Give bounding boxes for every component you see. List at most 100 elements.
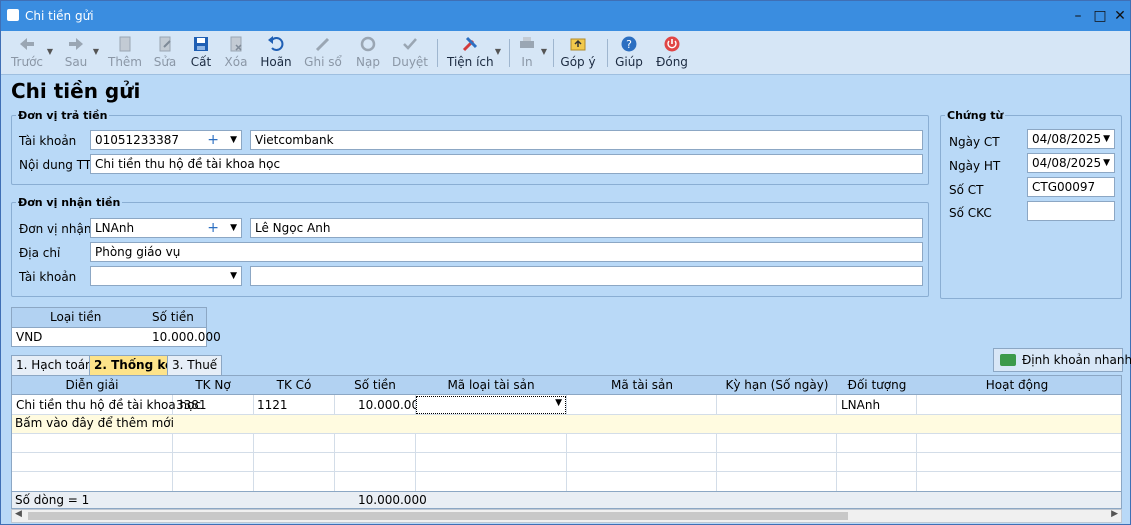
toolbar-feedback-button[interactable]: Góp ý — [559, 33, 597, 73]
toolbar-prev-button[interactable]: Trước ▼ — [9, 33, 53, 73]
page-title: Chi tiền gửi — [11, 79, 141, 103]
receiver-address-label: Địa chỉ — [19, 246, 61, 260]
chevron-down-icon[interactable]: ▼ — [230, 219, 237, 237]
currency-row[interactable]: VND 10.000.000 — [12, 328, 221, 346]
toolbar-approve-button[interactable]: Duyệt — [391, 33, 429, 73]
add-document-icon — [119, 36, 131, 52]
close-icon[interactable]: ✕ — [1109, 6, 1131, 26]
chevron-down-icon[interactable]: ▼ — [1103, 130, 1110, 148]
window-title: Chi tiền gửi — [25, 9, 94, 23]
row-credit-cell[interactable]: 1121 — [257, 398, 288, 412]
receiver-account-combo[interactable]: ▼ — [90, 266, 242, 286]
detail-grid: Diễn giải TK Nợ TK Có Số tiền Mã loại tà… — [11, 375, 1122, 509]
toolbar-edit-button[interactable]: Sửa — [149, 33, 181, 73]
toolbar-help-button[interactable]: ? Giúp — [613, 33, 645, 73]
col-asset[interactable]: Mã tài sản — [567, 378, 717, 392]
toolbar-utilities-button[interactable]: Tiện ích ▼ — [447, 33, 501, 73]
undo-icon — [268, 36, 284, 51]
voucher-ckc-field[interactable] — [1027, 201, 1115, 221]
receiver-account-name-field[interactable] — [250, 266, 923, 286]
payer-content-field[interactable]: Chi tiền thu hộ đề tài khoa học — [90, 154, 923, 174]
arrow-right-icon — [69, 38, 83, 50]
grid-header: Diễn giải TK Nợ TK Có Số tiền Mã loại tà… — [12, 376, 1121, 395]
row-debit-cell[interactable]: 3381 — [176, 398, 207, 412]
currency-amount-cell: 10.000.000 — [152, 330, 221, 344]
chevron-down-icon[interactable]: ▼ — [230, 131, 237, 149]
minimize-icon[interactable]: – — [1067, 6, 1089, 26]
scroll-right-icon[interactable]: ▶ — [1111, 509, 1118, 519]
currency-amount-header: Số tiền — [152, 310, 194, 324]
receiver-address-field[interactable]: Phòng giáo vụ — [90, 242, 923, 262]
col-amount[interactable]: Số tiền — [335, 378, 415, 392]
svg-text:?: ? — [626, 38, 632, 51]
edit-document-icon — [159, 36, 171, 52]
payer-bank-name-field[interactable]: Vietcombank — [250, 130, 923, 150]
row-object-cell[interactable]: LNAnh — [841, 398, 880, 412]
chevron-down-icon[interactable]: ▼ — [1103, 154, 1110, 172]
payer-account-label: Tài khoản — [19, 134, 77, 148]
feedback-icon — [570, 38, 586, 51]
toolbar-reload-button[interactable]: Nạp — [353, 33, 383, 73]
receiver-unit-name-field[interactable]: Lê Ngọc Anh — [250, 218, 923, 238]
quick-entry-icon — [1000, 354, 1016, 366]
checkmark-icon — [403, 38, 417, 50]
payer-legend: Đơn vị trả tiền — [18, 109, 108, 122]
col-object[interactable]: Đối tượng — [837, 378, 917, 392]
tools-icon — [462, 36, 478, 52]
printer-icon — [520, 37, 534, 48]
chevron-down-icon[interactable]: ▼ — [555, 398, 562, 408]
receiver-unit-label: Đơn vị nhận — [19, 222, 92, 236]
tab-accounting[interactable]: 1. Hạch toán — [11, 355, 98, 375]
toolbar-print-button[interactable]: In ▼ — [515, 33, 547, 73]
tab-statistics[interactable]: 2. Thống kê — [89, 355, 179, 375]
voucher-date-picker[interactable]: 04/08/2025 ▼ — [1027, 129, 1115, 149]
toolbar-post-button[interactable]: Ghi sổ — [303, 33, 343, 73]
tab-tax[interactable]: 3. Thuế — [167, 355, 223, 375]
receiver-account-label: Tài khoản — [19, 270, 77, 284]
toolbar-save-button[interactable]: Cất — [187, 33, 215, 73]
currency-type-header: Loại tiền — [50, 310, 102, 324]
row-count: Số dòng = 1 — [15, 493, 90, 507]
row-description-cell[interactable]: Chi tiền thu hộ đề tài khoa học — [16, 398, 201, 412]
col-credit[interactable]: TK Có — [254, 378, 334, 392]
toolbar-delete-button[interactable]: Xóa — [221, 33, 251, 73]
voucher-post-date-label: Ngày HT — [949, 159, 1001, 173]
help-icon: ? — [621, 36, 637, 52]
toolbar-add-button[interactable]: Thêm — [107, 33, 143, 73]
pencil-icon — [315, 37, 330, 52]
col-activity[interactable]: Hoạt động — [917, 378, 1117, 392]
voucher-ckc-label: Số CKC — [949, 206, 992, 220]
row-asset-type-combo[interactable]: ▼ — [416, 396, 566, 414]
grid-footer: Số dòng = 1 10.000.000 — [12, 491, 1121, 508]
app-icon — [7, 9, 19, 21]
maximize-icon[interactable]: □ — [1089, 6, 1111, 26]
add-icon[interactable]: + — [207, 219, 219, 237]
receiver-legend: Đơn vị nhận tiền — [18, 196, 121, 209]
toolbar-undo-button[interactable]: Hoãn — [259, 33, 293, 73]
payer-account-combo[interactable]: 01051233387 + ▼ — [90, 130, 242, 150]
scroll-left-icon[interactable]: ◀ — [15, 509, 22, 519]
new-row[interactable]: Bấm vào đây để thêm mới — [12, 414, 1121, 433]
chevron-down-icon[interactable]: ▼ — [230, 267, 237, 285]
col-term[interactable]: Kỳ hạn (Số ngày) — [717, 378, 837, 392]
currency-table: Loại tiền Số tiền VND 10.000.000 — [11, 307, 221, 347]
toolbar-close-button[interactable]: Đóng — [655, 33, 689, 73]
voucher-number-label: Số CT — [949, 183, 984, 197]
scrollbar-thumb[interactable] — [28, 512, 848, 520]
voucher-post-date-picker[interactable]: 04/08/2025 ▼ — [1027, 153, 1115, 173]
receiver-unit-combo[interactable]: LNAnh + ▼ — [90, 218, 242, 238]
toolbar: Trước ▼ Sau ▼ Thêm Sửa Cất Xóa Hoãn Ghi … — [1, 31, 1130, 75]
toolbar-next-button[interactable]: Sau ▼ — [61, 33, 99, 73]
refresh-icon — [360, 36, 376, 52]
col-asset-type[interactable]: Mã loại tài sản — [416, 378, 566, 392]
arrow-left-icon — [20, 38, 34, 50]
col-debit[interactable]: TK Nợ — [173, 378, 253, 392]
add-icon[interactable]: + — [207, 131, 219, 149]
horizontal-scrollbar[interactable]: ◀ ▶ — [11, 509, 1122, 523]
title-bar: Chi tiền gửi – □ ✕ — [1, 1, 1130, 31]
new-row-hint: Bấm vào đây để thêm mới — [15, 416, 174, 430]
quick-entry-button[interactable]: Định khoản nhanh — [993, 348, 1131, 372]
voucher-number-field[interactable]: CTG00097 — [1027, 177, 1115, 197]
col-description[interactable]: Diễn giải — [12, 378, 172, 392]
voucher-legend: Chứng từ — [947, 109, 1004, 122]
